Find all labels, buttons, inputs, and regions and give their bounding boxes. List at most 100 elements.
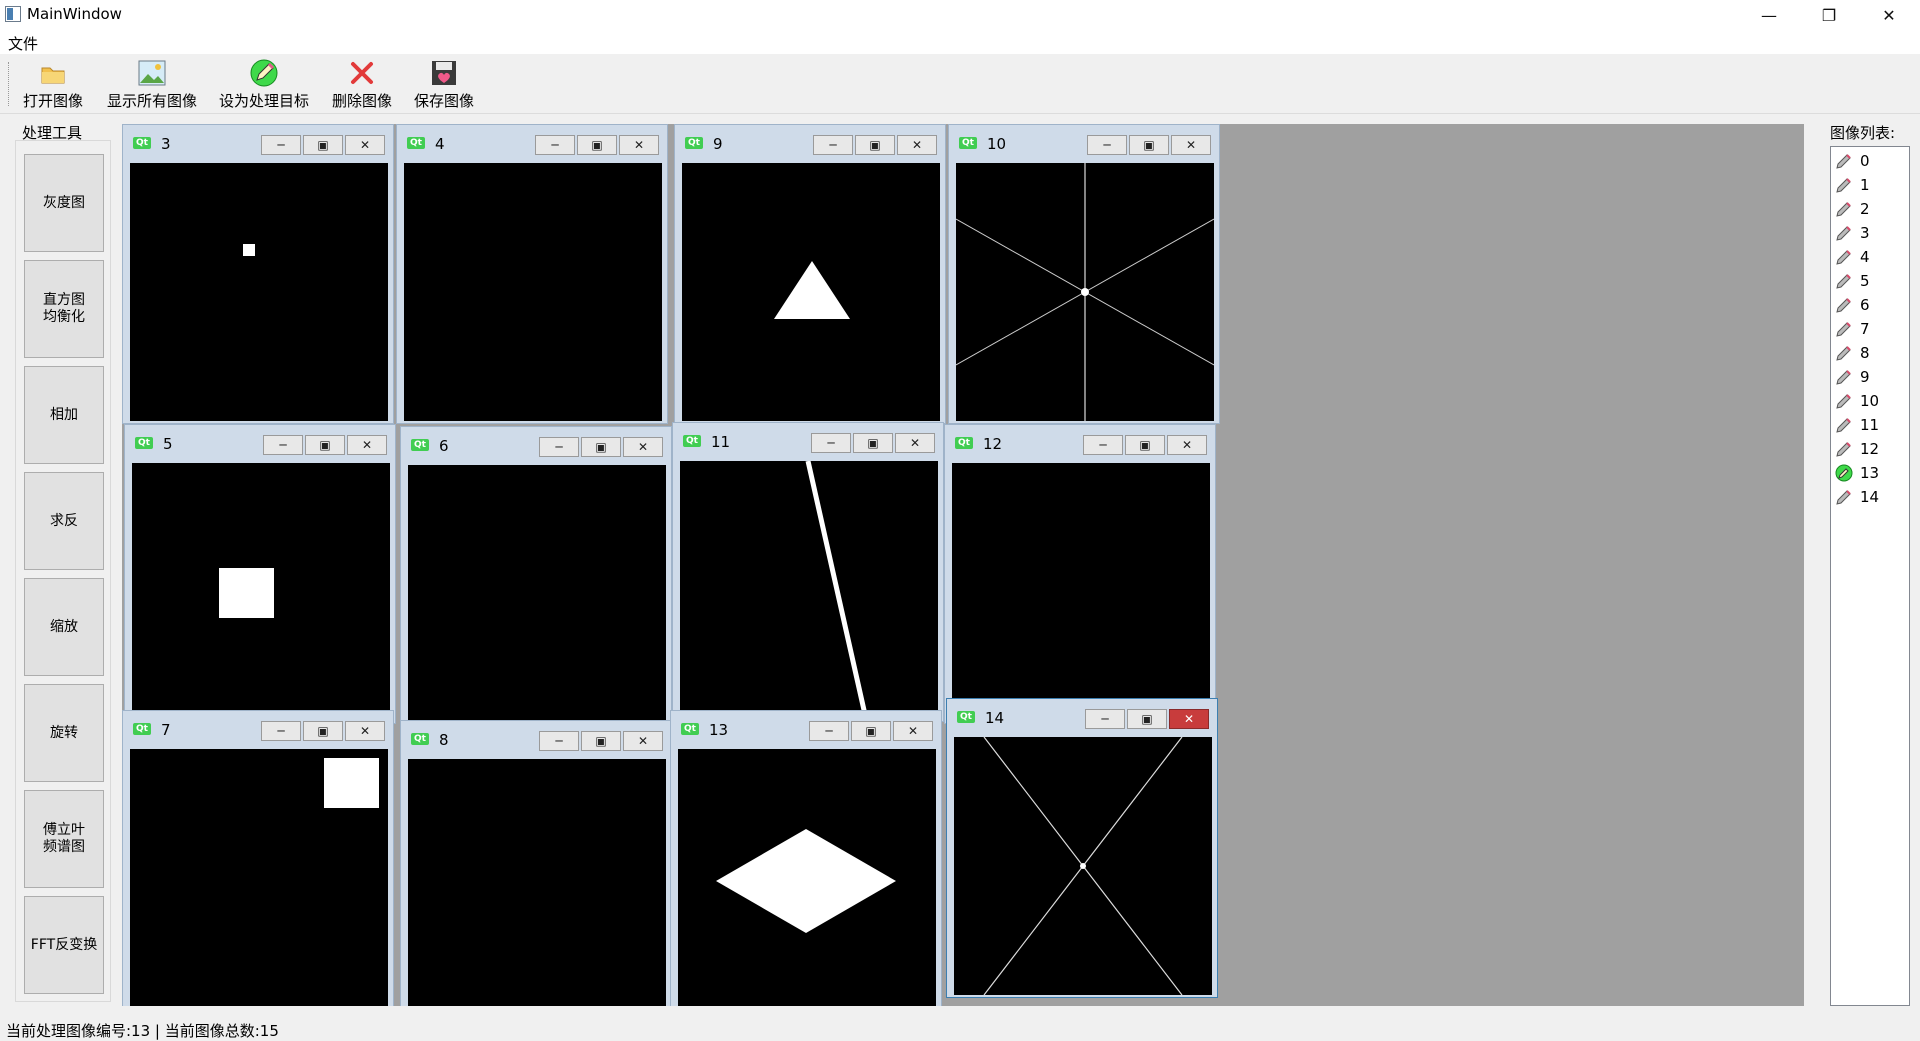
invert-button[interactable]: 求反 bbox=[24, 472, 104, 570]
add-button[interactable]: 相加 bbox=[24, 366, 104, 464]
subwindow-minimize-button[interactable]: ─ bbox=[261, 135, 301, 155]
save-image-button[interactable]: 保存图像 bbox=[412, 58, 476, 110]
subwindow-title-bar[interactable]: Qt 4 ─ ▣ ✕ bbox=[397, 125, 667, 159]
subwindow-close-button[interactable]: ✕ bbox=[895, 433, 935, 453]
image-window-3[interactable]: Qt 3 ─ ▣ ✕ bbox=[122, 124, 394, 424]
subwindow-minimize-button[interactable]: ─ bbox=[1087, 135, 1127, 155]
subwindow-close-button[interactable]: ✕ bbox=[347, 435, 387, 455]
subwindow-minimize-button[interactable]: ─ bbox=[263, 435, 303, 455]
image-window-8[interactable]: Qt 8 ─ ▣ ✕ bbox=[400, 720, 672, 1006]
subwindow-minimize-button[interactable]: ─ bbox=[1085, 709, 1125, 729]
scale-button[interactable]: 缩放 bbox=[24, 578, 104, 676]
delete-image-button[interactable]: 删除图像 bbox=[330, 58, 394, 110]
menu-file[interactable]: 文件 bbox=[8, 33, 38, 54]
subwindow-title-bar[interactable]: Qt 6 ─ ▣ ✕ bbox=[401, 427, 671, 461]
list-item[interactable]: 4 bbox=[1835, 246, 1870, 268]
list-item[interactable]: 11 bbox=[1835, 414, 1879, 436]
minimize-button[interactable]: — bbox=[1746, 0, 1792, 30]
image-window-11[interactable]: Qt 11 ─ ▣ ✕ bbox=[672, 422, 944, 722]
open-image-button[interactable]: 打开图像 bbox=[20, 58, 86, 110]
subwindow-maximize-button[interactable]: ▣ bbox=[855, 135, 895, 155]
inverse-fft-button[interactable]: FFT反变换 bbox=[24, 896, 104, 994]
subwindow-minimize-button[interactable]: ─ bbox=[809, 721, 849, 741]
subwindow-title-bar[interactable]: Qt 11 ─ ▣ ✕ bbox=[673, 423, 943, 457]
subwindow-minimize-button[interactable]: ─ bbox=[539, 437, 579, 457]
mdi-area[interactable]: Qt 3 ─ ▣ ✕ Qt 4 ─ ▣ ✕ Qt 9 ─ ▣ ✕ Qt 10 ─… bbox=[122, 124, 1804, 1006]
list-item-selected[interactable]: 13 bbox=[1835, 462, 1879, 484]
subwindow-maximize-button[interactable]: ▣ bbox=[851, 721, 891, 741]
list-item[interactable]: 1 bbox=[1835, 174, 1870, 196]
subwindow-minimize-button[interactable]: ─ bbox=[813, 135, 853, 155]
list-item[interactable]: 12 bbox=[1835, 438, 1879, 460]
subwindow-maximize-button[interactable]: ▣ bbox=[1127, 709, 1167, 729]
grayscale-button[interactable]: 灰度图 bbox=[24, 154, 104, 252]
subwindow-maximize-button[interactable]: ▣ bbox=[305, 435, 345, 455]
list-item[interactable]: 5 bbox=[1835, 270, 1870, 292]
subwindow-close-button[interactable]: ✕ bbox=[1167, 435, 1207, 455]
subwindow-maximize-button[interactable]: ▣ bbox=[581, 437, 621, 457]
subwindow-title-bar[interactable]: Qt 14 ─ ▣ ✕ bbox=[947, 699, 1217, 733]
image-window-6[interactable]: Qt 6 ─ ▣ ✕ bbox=[400, 426, 672, 726]
subwindow-close-button[interactable]: ✕ bbox=[897, 135, 937, 155]
fourier-spectrum-button[interactable]: 傅立叶 频谱图 bbox=[24, 790, 104, 888]
subwindow-maximize-button[interactable]: ▣ bbox=[581, 731, 621, 751]
image-window-5[interactable]: Qt 5 ─ ▣ ✕ bbox=[124, 424, 396, 724]
subwindow-title-bar[interactable]: Qt 9 ─ ▣ ✕ bbox=[675, 125, 945, 159]
list-item[interactable]: 6 bbox=[1835, 294, 1870, 316]
subwindow-maximize-button[interactable]: ▣ bbox=[577, 135, 617, 155]
subwindow-title-bar[interactable]: Qt 7 ─ ▣ ✕ bbox=[123, 711, 393, 745]
subwindow-title-bar[interactable]: Qt 12 ─ ▣ ✕ bbox=[945, 425, 1215, 459]
image-window-14[interactable]: Qt 14 ─ ▣ ✕ bbox=[946, 698, 1218, 998]
list-item[interactable]: 10 bbox=[1835, 390, 1879, 412]
subwindow-close-button[interactable]: ✕ bbox=[1169, 709, 1209, 729]
subwindow-title-bar[interactable]: Qt 13 ─ ▣ ✕ bbox=[671, 711, 941, 745]
image-window-12[interactable]: Qt 12 ─ ▣ ✕ bbox=[944, 424, 1216, 724]
list-item[interactable]: 7 bbox=[1835, 318, 1870, 340]
subwindow-minimize-button[interactable]: ─ bbox=[261, 721, 301, 741]
subwindow-close-button[interactable]: ✕ bbox=[345, 135, 385, 155]
subwindow-close-button[interactable]: ✕ bbox=[619, 135, 659, 155]
histogram-equalize-button[interactable]: 直方图 均衡化 bbox=[24, 260, 104, 358]
subwindow-minimize-button[interactable]: ─ bbox=[539, 731, 579, 751]
subwindow-title-bar[interactable]: Qt 10 ─ ▣ ✕ bbox=[949, 125, 1219, 159]
subwindow-title-bar[interactable]: Qt 3 ─ ▣ ✕ bbox=[123, 125, 393, 159]
subwindow-maximize-button[interactable]: ▣ bbox=[1129, 135, 1169, 155]
subwindow-close-button[interactable]: ✕ bbox=[623, 731, 663, 751]
subwindow-maximize-button[interactable]: ▣ bbox=[303, 135, 343, 155]
image-window-13[interactable]: Qt 13 ─ ▣ ✕ bbox=[670, 710, 942, 1006]
image-window-4[interactable]: Qt 4 ─ ▣ ✕ bbox=[396, 124, 668, 424]
subwindow-minimize-button[interactable]: ─ bbox=[535, 135, 575, 155]
image-list[interactable]: 0 1 2 3 4 5 6 7 8 9 10 11 12 13 14 bbox=[1830, 146, 1910, 1006]
list-item[interactable]: 9 bbox=[1835, 366, 1870, 388]
floppy-disk-icon bbox=[429, 58, 459, 88]
subwindow-title-bar[interactable]: Qt 8 ─ ▣ ✕ bbox=[401, 721, 671, 755]
show-all-images-button[interactable]: 显示所有图像 bbox=[104, 58, 200, 110]
subwindow-close-button[interactable]: ✕ bbox=[345, 721, 385, 741]
subwindow-close-button[interactable]: ✕ bbox=[893, 721, 933, 741]
image-window-7[interactable]: Qt 7 ─ ▣ ✕ bbox=[122, 710, 394, 1006]
toolbar-grip[interactable] bbox=[8, 62, 11, 106]
list-item[interactable]: 14 bbox=[1835, 486, 1879, 508]
subwindow-title-bar[interactable]: Qt 5 ─ ▣ ✕ bbox=[125, 425, 395, 459]
title-bar[interactable]: MainWindow — ❐ ✕ bbox=[0, 0, 1920, 30]
subwindow-maximize-button[interactable]: ▣ bbox=[303, 721, 343, 741]
close-window-button[interactable]: ✕ bbox=[1866, 0, 1912, 30]
subwindow-minimize-button[interactable]: ─ bbox=[811, 433, 851, 453]
list-item[interactable]: 0 bbox=[1835, 150, 1870, 172]
subwindow-title: 6 bbox=[439, 437, 449, 455]
list-item[interactable]: 3 bbox=[1835, 222, 1870, 244]
set-target-button[interactable]: 设为处理目标 bbox=[218, 58, 310, 110]
subwindow-close-button[interactable]: ✕ bbox=[623, 437, 663, 457]
pencil-icon bbox=[1835, 152, 1853, 170]
subwindow-close-button[interactable]: ✕ bbox=[1171, 135, 1211, 155]
subwindow-maximize-button[interactable]: ▣ bbox=[1125, 435, 1165, 455]
subwindow-minimize-button[interactable]: ─ bbox=[1083, 435, 1123, 455]
restore-button[interactable]: ❐ bbox=[1806, 0, 1852, 30]
pencil-target-icon bbox=[249, 58, 279, 88]
list-item[interactable]: 2 bbox=[1835, 198, 1870, 220]
list-item[interactable]: 8 bbox=[1835, 342, 1870, 364]
subwindow-maximize-button[interactable]: ▣ bbox=[853, 433, 893, 453]
image-window-10[interactable]: Qt 10 ─ ▣ ✕ bbox=[948, 124, 1220, 424]
image-window-9[interactable]: Qt 9 ─ ▣ ✕ bbox=[674, 124, 946, 424]
rotate-button[interactable]: 旋转 bbox=[24, 684, 104, 782]
